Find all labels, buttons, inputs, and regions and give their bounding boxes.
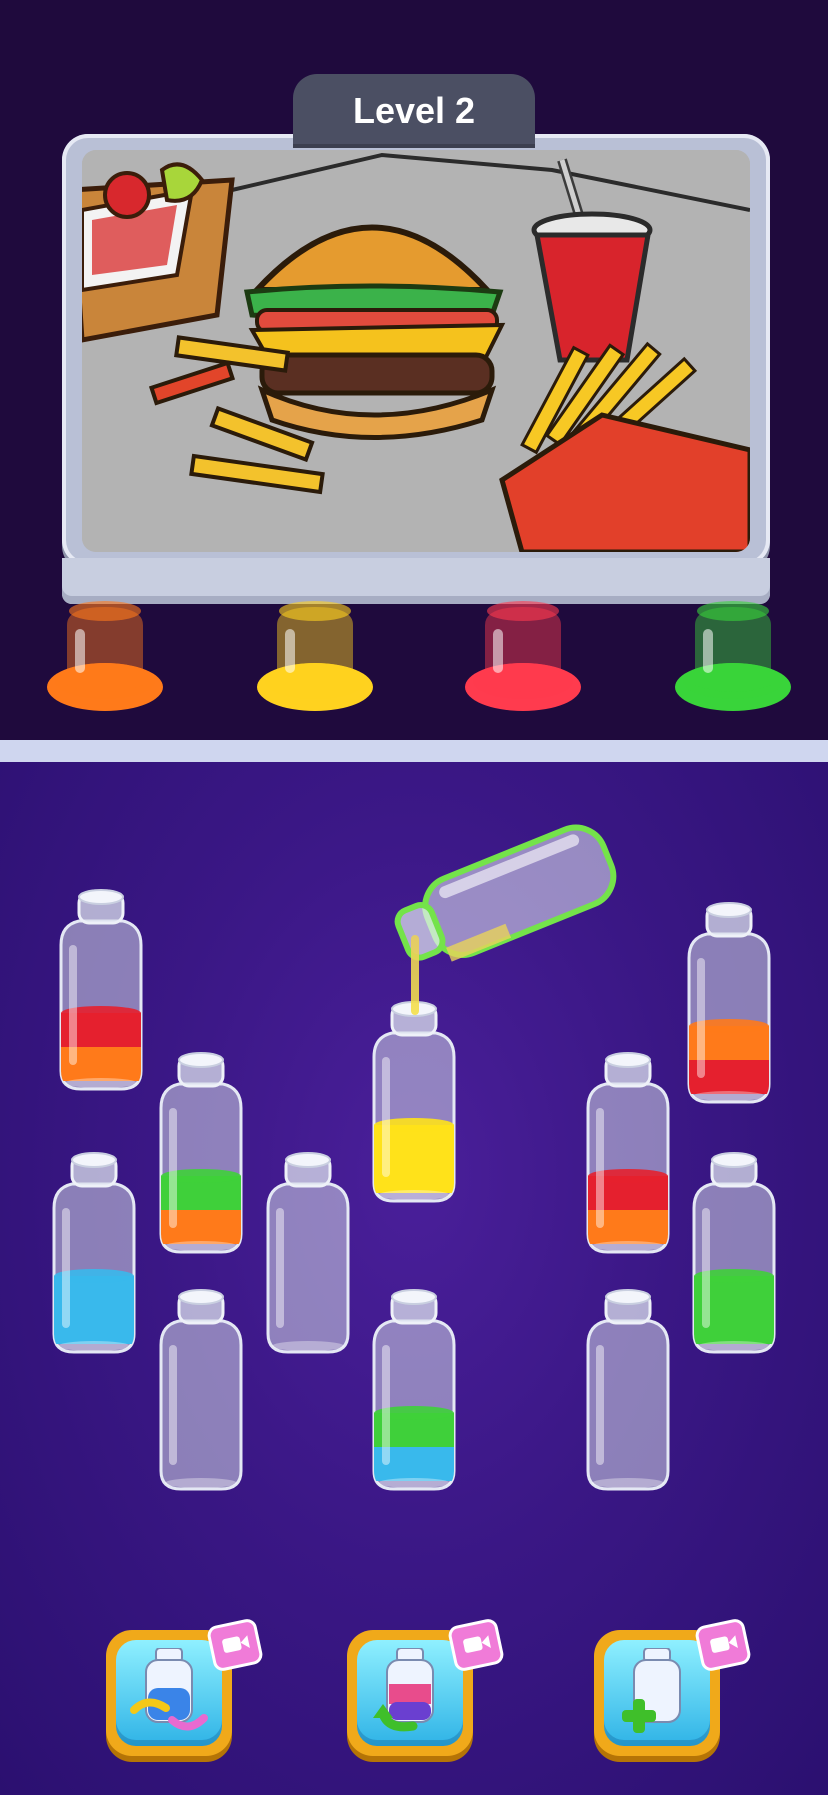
video-ad-icon bbox=[446, 1617, 506, 1673]
yellow-color-jar bbox=[257, 601, 373, 711]
bottle-8[interactable] bbox=[582, 1048, 674, 1258]
bottle-3[interactable] bbox=[48, 1148, 140, 1358]
undo-booster-button[interactable] bbox=[347, 1617, 506, 1756]
pouring-stream bbox=[411, 935, 419, 1015]
bottle-1[interactable] bbox=[55, 885, 147, 1095]
green-color-jar bbox=[675, 601, 791, 711]
level-title: Level 2 bbox=[293, 74, 535, 148]
bottle-9[interactable] bbox=[582, 1285, 674, 1495]
red-color-jar bbox=[465, 601, 581, 711]
bottle-11[interactable] bbox=[688, 1148, 780, 1358]
add-bottle-booster-button[interactable] bbox=[594, 1617, 753, 1756]
burger-picnic-picture bbox=[82, 150, 750, 552]
burger-picnic-illustration bbox=[82, 150, 750, 552]
pouring-bottle[interactable] bbox=[385, 800, 635, 990]
video-ad-icon bbox=[693, 1617, 753, 1673]
basket-icon bbox=[82, 162, 235, 343]
bottle-10[interactable] bbox=[683, 898, 775, 1108]
panel-divider bbox=[0, 740, 828, 762]
undo-bottle-icon bbox=[373, 1648, 434, 1732]
video-ad-icon bbox=[205, 1617, 265, 1673]
bottle-4[interactable] bbox=[262, 1148, 354, 1358]
bottle-6[interactable] bbox=[368, 997, 460, 1207]
shuffle-bottle-icon bbox=[130, 1648, 208, 1731]
bottle-5[interactable] bbox=[155, 1285, 247, 1495]
add-bottle-icon bbox=[622, 1648, 681, 1733]
picture-frame-stand bbox=[62, 558, 770, 604]
orange-color-jar bbox=[47, 601, 163, 711]
bottle-7[interactable] bbox=[368, 1285, 460, 1495]
bottle-2[interactable] bbox=[155, 1048, 247, 1258]
shuffle-booster-button[interactable] bbox=[106, 1617, 265, 1756]
